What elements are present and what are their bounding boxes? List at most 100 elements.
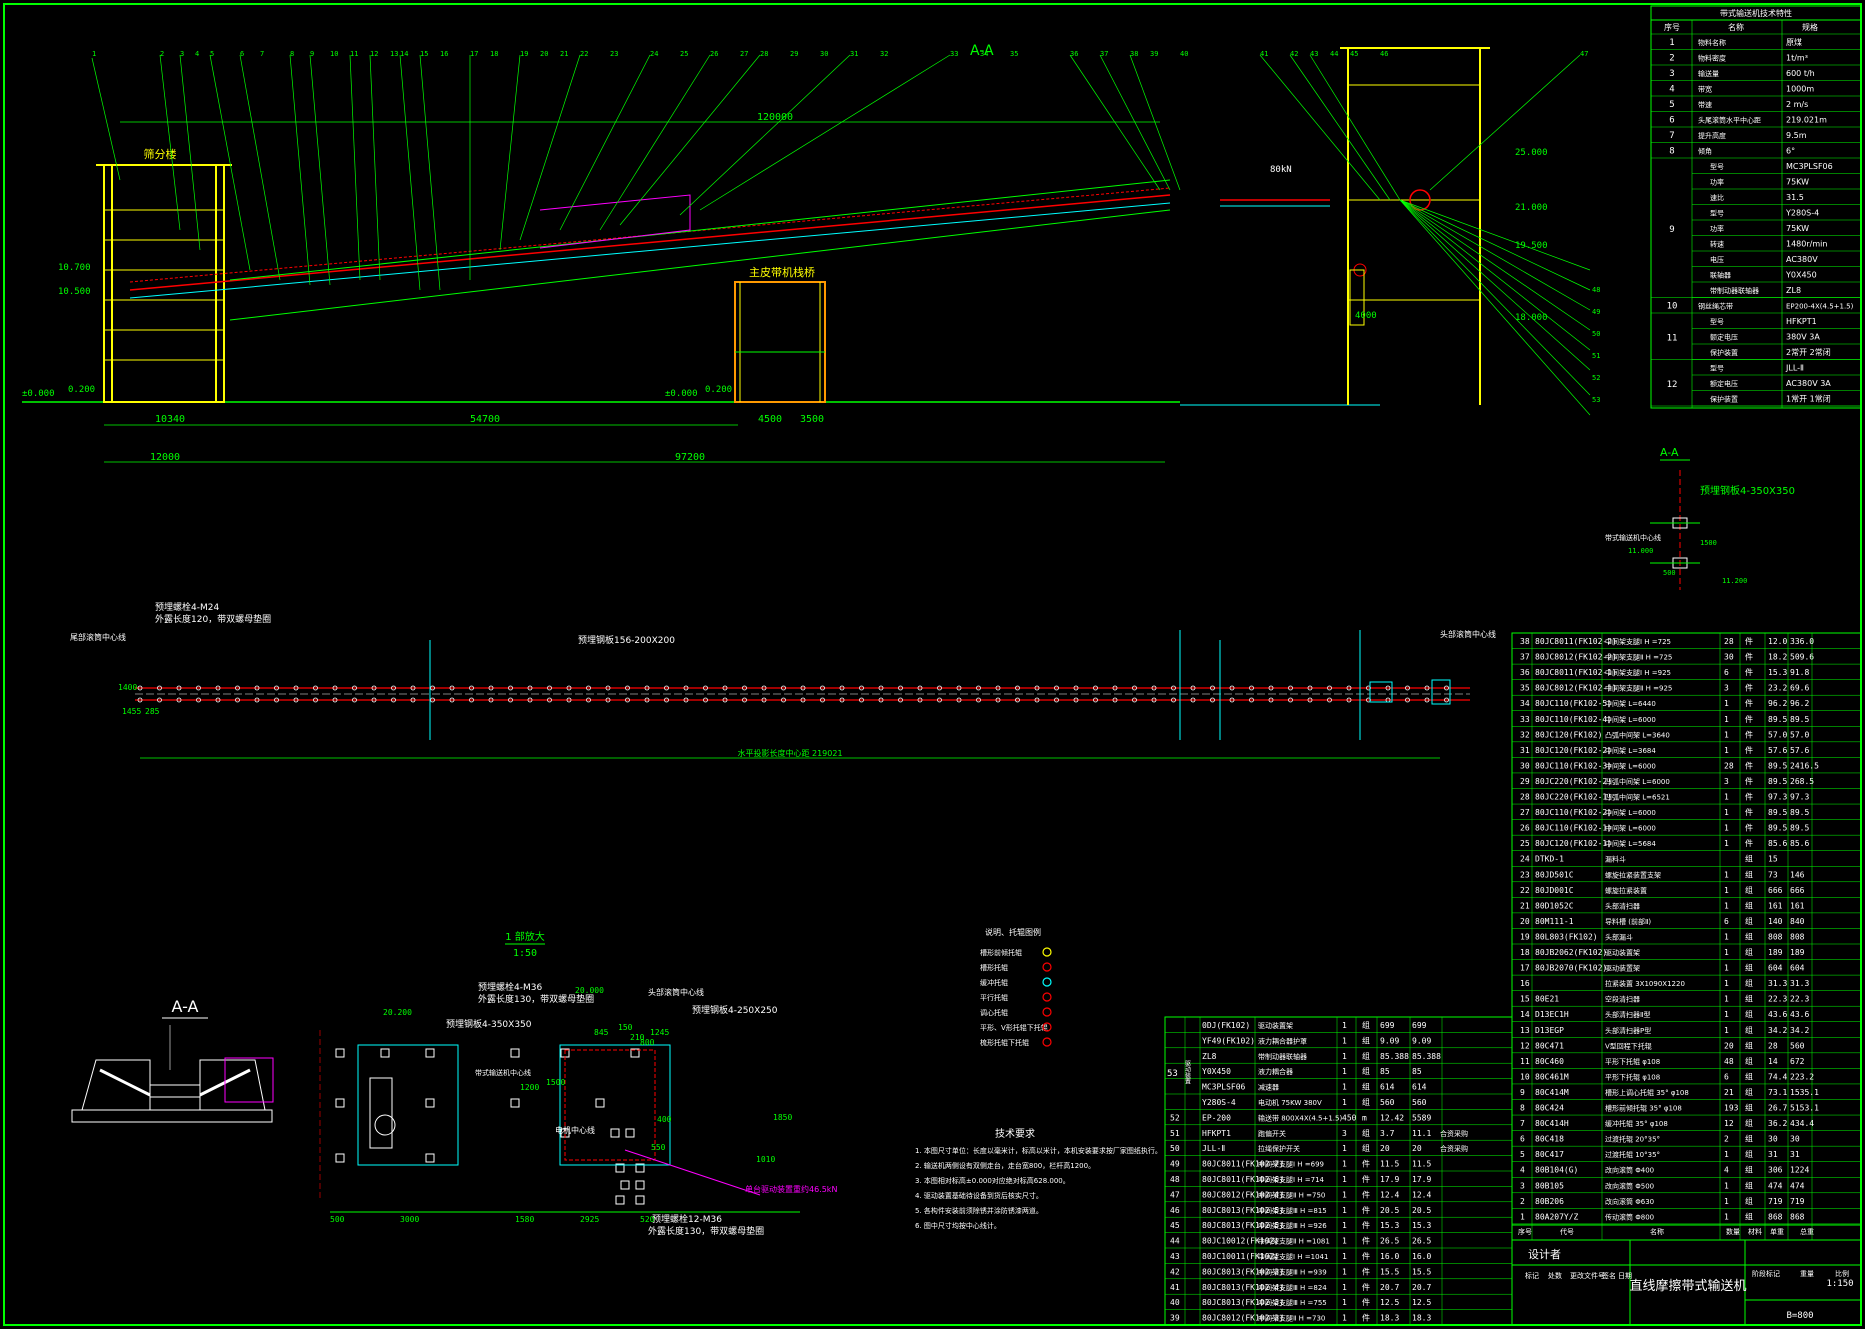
bom-mid-cell: 件 xyxy=(1362,1251,1370,1261)
bom-right-cell: 474 xyxy=(1790,1181,1805,1190)
bom-mid-cell: 中间架支腿Ⅲ H =939 xyxy=(1258,1267,1327,1276)
bom-mid-cell: 699 xyxy=(1380,1021,1395,1030)
bom-right-cell: 80C424 xyxy=(1535,1104,1564,1113)
callout-number: 1 xyxy=(92,50,96,58)
section-small-dim1500: 1500 xyxy=(1700,539,1717,547)
tech-title: 技术要求 xyxy=(995,1127,1035,1140)
bom-right-cell: 组 xyxy=(1745,869,1753,879)
dim-total-elev: 120000 xyxy=(757,112,793,123)
bom-right-cell: 80C461M xyxy=(1535,1072,1569,1081)
section-small-center: 带式输送机中心线 xyxy=(1605,533,1661,542)
callout-number: 14 xyxy=(400,50,408,58)
tech-note-line: 5. 各构件安装前须除锈并涂防锈漆两道。 xyxy=(915,1206,1043,1215)
bom-right-cell: 传动滚筒 Φ800 xyxy=(1605,1212,1654,1221)
bom-right-cell: 件 xyxy=(1745,652,1753,662)
callout-number: 29 xyxy=(790,50,798,58)
bom-right-cell: 1 xyxy=(1724,1150,1729,1159)
spec-sub-name: 功率 xyxy=(1710,224,1724,233)
spec-row-name: 带宽 xyxy=(1698,85,1712,94)
bom-right-cell: 80JC220(FK102-1) xyxy=(1535,793,1612,802)
bom-mid-cell: MC3PLSF06 xyxy=(1202,1083,1246,1092)
spec-row-name: 头尾滚筒水平中心距 xyxy=(1698,116,1761,125)
callout-number: 40 xyxy=(1180,50,1188,58)
spec-sub-value: MC3PLSF06 xyxy=(1786,162,1833,171)
callout-number: 46 xyxy=(1380,50,1388,58)
bom-right-cell: 80JB2062(FK102) xyxy=(1535,948,1607,957)
bom-right-cell: 件 xyxy=(1745,838,1753,848)
bom-right-cell: 1 xyxy=(1724,1197,1729,1206)
bom-right-cell: 组 xyxy=(1745,1071,1753,1081)
bom-right-cell: 20 xyxy=(1520,917,1530,926)
callout-number: 9 xyxy=(310,50,314,58)
bom-right-cell: 57.6 xyxy=(1768,746,1787,755)
spec-sub-value: AC380V xyxy=(1786,255,1818,264)
bom-right-cell: 头部清扫器 xyxy=(1605,901,1640,910)
bom-mid-cell: 17.9 xyxy=(1412,1175,1431,1184)
spec-sub-name: 保护装置 xyxy=(1710,348,1738,357)
bom-right-cell: 719 xyxy=(1790,1197,1805,1206)
bom-mid-cell: 件 xyxy=(1362,1174,1370,1184)
bom-right-cell: 89.5 xyxy=(1768,808,1787,817)
bom-mid-cell: 18.3 xyxy=(1380,1314,1399,1323)
callout-number: 10 xyxy=(330,50,338,58)
bom-mid-cell: 11.5 xyxy=(1380,1160,1399,1169)
bom-right-cell: 2 xyxy=(1724,1135,1729,1144)
bom-right-cell: 6 xyxy=(1724,917,1729,926)
spec-title: 带式输送机技术特性 xyxy=(1720,8,1792,18)
bom-right-cell: 161 xyxy=(1768,901,1783,910)
bom-mid-cell: Y0X450 xyxy=(1202,1067,1231,1076)
bom-right-cell: 16 xyxy=(1520,979,1530,988)
bom-mid-cell: 51 xyxy=(1170,1129,1180,1138)
bom-right-cell: 80C460 xyxy=(1535,1057,1564,1066)
bom-right-cell: 导料槽 (前部Ⅱ) xyxy=(1605,917,1651,926)
bom-right-cell: 件 xyxy=(1745,760,1753,770)
bom-right-cell: 12 xyxy=(1724,1119,1734,1128)
callout-number: 41 xyxy=(1260,50,1268,58)
callout-number: 52 xyxy=(1592,374,1600,382)
bom-right-cell: 螺旋拉紧装置 xyxy=(1605,886,1647,895)
bom-mid-cell: 组 xyxy=(1362,1082,1370,1092)
bom-right-cell: 1 xyxy=(1724,699,1729,708)
callout-number: 31 xyxy=(850,50,858,58)
spec-row-no: 6 xyxy=(1669,116,1674,126)
bom-right-cell: 36.2 xyxy=(1768,1119,1787,1128)
title-scale: 1:150 xyxy=(1826,1279,1853,1289)
detail-plate-350: 预埋钢板4-350X350 xyxy=(446,1018,532,1030)
bom-right-footer: 代号 xyxy=(1560,1227,1574,1236)
bom-right-cell: 19 xyxy=(1520,932,1530,941)
bom-mid-cell: 85.388 xyxy=(1380,1052,1409,1061)
bom-right-cell: 33 xyxy=(1520,715,1530,724)
spec-sub-value: 2常开 2常闭 xyxy=(1786,348,1831,357)
bom-right-cell: 80JC220(FK102-2) xyxy=(1535,777,1612,786)
bom-mid-group-no: 53 xyxy=(1167,1069,1178,1079)
title-f5: 日期 xyxy=(1618,1272,1632,1280)
bom-mid-cell: 52 xyxy=(1170,1113,1180,1122)
plan-left-center: 尾部滚筒中心线 xyxy=(70,632,126,642)
bom-mid-cell: 12.42 xyxy=(1380,1113,1404,1122)
bom-right-cell: 37 xyxy=(1520,653,1530,662)
bom-right-cell: 80JC110(FK102-2) xyxy=(1535,808,1612,817)
callout-number: 32 xyxy=(880,50,888,58)
bom-right-cell: 10 xyxy=(1520,1072,1530,1081)
bom-right-cell: 34 xyxy=(1520,699,1530,708)
bom-right-cell: 1535.1 xyxy=(1790,1088,1819,1097)
bom-right-cell: 91.8 xyxy=(1790,668,1809,677)
bom-right-cell: 15 xyxy=(1768,855,1778,864)
spec-row-no: 4 xyxy=(1669,85,1674,95)
detail-center-c: 电机中心线 xyxy=(555,1125,595,1135)
bom-right-cell: V型回程下托辊 xyxy=(1605,1041,1652,1050)
bom-mid-cell: 39 xyxy=(1170,1314,1180,1323)
section-small-dim500: 500 xyxy=(1663,569,1676,577)
bom-mid-cell: 48 xyxy=(1170,1175,1180,1184)
title-f1: 标记 xyxy=(1525,1271,1539,1280)
bom-right-cell: 1 xyxy=(1724,839,1729,848)
bom-right-cell: 57.0 xyxy=(1768,730,1787,739)
bom-mid-cell: 1 xyxy=(1342,1052,1347,1061)
bom-mid-cell: 1 xyxy=(1342,1314,1347,1323)
tech-note-line: 6. 图中尺寸均按中心线计。 xyxy=(915,1221,1001,1230)
bom-mid-cell: 组 xyxy=(1362,1035,1370,1045)
dim-3500: 3500 xyxy=(800,414,824,425)
spec-sub-name: 型号 xyxy=(1710,209,1724,218)
legend-item-label: 缓冲托辊 xyxy=(980,978,1008,987)
bom-right-cell: 中间架支腿Ⅱ H =925 xyxy=(1605,684,1672,693)
